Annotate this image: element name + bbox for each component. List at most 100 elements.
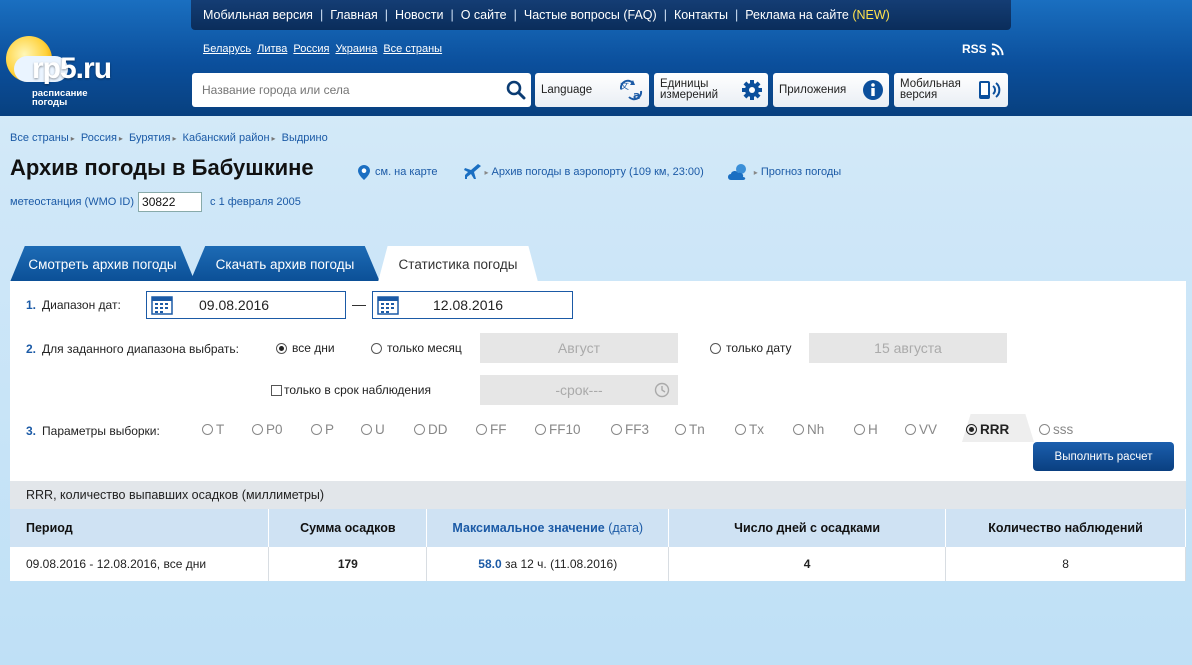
param-label: FF10 xyxy=(549,422,581,437)
site-logo[interactable]: rp5.ru расписание погоды xyxy=(6,34,136,114)
param-option-T[interactable]: T xyxy=(202,422,252,437)
mobile-phone-icon xyxy=(979,81,1001,99)
option-month-label: только месяц xyxy=(387,341,462,355)
calculate-button[interactable]: Выполнить расчет xyxy=(1033,442,1174,471)
step-number: 2. xyxy=(26,342,37,356)
radio-unchecked-icon xyxy=(735,424,746,435)
param-label: H xyxy=(868,422,878,437)
calendar-icon[interactable] xyxy=(377,295,399,315)
param-option-Nh[interactable]: Nh xyxy=(793,422,854,437)
result-caption: RRR, количество выпавших осадков (миллим… xyxy=(10,481,1186,509)
airport-archive-label: Архив погоды в аэропорту (109 км, 23:00) xyxy=(491,166,704,178)
language-label: Language xyxy=(541,83,593,96)
tab-weather-statistics[interactable]: Статистика погоды xyxy=(378,246,538,282)
param-option-FF[interactable]: FF xyxy=(476,422,535,437)
param-option-FF10[interactable]: FF10 xyxy=(535,422,611,437)
option-all-days[interactable]: все дни xyxy=(276,341,335,355)
mobile-version-button[interactable]: Мобильная версия xyxy=(894,73,1008,107)
param-option-U[interactable]: U xyxy=(361,422,414,437)
search-icon[interactable] xyxy=(501,80,531,100)
month-select-value: Август xyxy=(557,340,601,356)
country-link-lithuania[interactable]: Литва xyxy=(257,43,287,55)
language-button[interactable]: Language 文 a xyxy=(535,73,649,107)
units-button[interactable]: Единицы измерений xyxy=(654,73,768,107)
col-max-value[interactable]: Максимальное значение (дата) xyxy=(426,509,670,547)
radio-unchecked-icon xyxy=(361,424,372,435)
param-option-Tx[interactable]: Tx xyxy=(735,422,793,437)
col-sum: Сумма осадков xyxy=(268,509,428,547)
date-from-value: 09.08.2016 xyxy=(199,297,270,313)
tab-label: Статистика погоды xyxy=(398,256,518,272)
radio-checked-icon xyxy=(276,342,287,354)
radio-unchecked-icon xyxy=(793,424,804,435)
option-month[interactable]: только месяц xyxy=(371,341,462,355)
date-to-field[interactable]: 12.08.2016 xyxy=(372,291,573,319)
breadcrumb-item[interactable]: Кабанский район xyxy=(183,132,270,144)
statistics-form: 1. Диапазон дат: 09.08.2016 — 12.08.2016… xyxy=(10,281,1186,481)
cloud-sun-icon xyxy=(727,164,746,180)
date-from-field[interactable]: 09.08.2016 xyxy=(146,291,346,319)
date-to-value: 12.08.2016 xyxy=(433,297,504,313)
month-select[interactable]: Август xyxy=(480,333,678,363)
rss-link[interactable]: RSS xyxy=(962,42,1004,56)
top-link-contacts[interactable]: Контакты xyxy=(674,8,728,22)
date-dash: — xyxy=(352,296,366,312)
step-number: 3. xyxy=(26,424,37,438)
radio-unchecked-icon xyxy=(675,424,686,435)
param-option-FF3[interactable]: FF3 xyxy=(611,422,675,437)
top-link-mobile[interactable]: Мобильная версия xyxy=(203,8,313,22)
param-option-Tn[interactable]: Tn xyxy=(675,422,735,437)
tab-view-archive[interactable]: Смотреть архив погоды xyxy=(10,246,195,282)
country-link-belarus[interactable]: Беларусь xyxy=(203,43,251,55)
col-max-label: Максимальное значение xyxy=(452,521,605,535)
airport-archive-link[interactable]: ▸ Архив погоды в аэропорту (109 км, 23:0… xyxy=(463,164,704,180)
station-label: метеостанция (WMO ID) xyxy=(10,196,135,208)
param-label: Tx xyxy=(749,422,764,437)
separator: | xyxy=(663,8,667,22)
breadcrumb-item[interactable]: Выдрино xyxy=(282,132,328,144)
country-link-russia[interactable]: Россия xyxy=(293,43,329,55)
top-link-faq[interactable]: Частые вопросы (FAQ) xyxy=(524,8,657,22)
top-link-ads[interactable]: Реклама на сайте (NEW) xyxy=(745,8,890,22)
term-select[interactable]: -срок--- xyxy=(480,375,678,405)
station-id-input[interactable] xyxy=(138,192,203,212)
breadcrumb-item[interactable]: Все страны xyxy=(10,132,69,144)
svg-text:a: a xyxy=(633,89,640,101)
param-label: DD xyxy=(428,422,448,437)
cell-max-value[interactable]: 58.0 xyxy=(478,557,501,571)
forecast-link[interactable]: ▸ Прогноз погоды xyxy=(726,163,841,181)
option-date[interactable]: только дату xyxy=(710,341,791,355)
param-option-H[interactable]: H xyxy=(854,422,905,437)
country-link-all[interactable]: Все страны xyxy=(383,43,442,55)
radio-checked-icon xyxy=(966,424,977,435)
country-link-ukraine[interactable]: Украина xyxy=(335,43,377,55)
rss-label: RSS xyxy=(962,42,987,56)
top-link-about[interactable]: О сайте xyxy=(461,8,507,22)
top-link-news[interactable]: Новости xyxy=(395,8,443,22)
table-header-row: Период Сумма осадков Максимальное значен… xyxy=(10,509,1186,547)
top-link-home[interactable]: Главная xyxy=(330,8,378,22)
param-option-DD[interactable]: DD xyxy=(414,422,476,437)
apps-button[interactable]: Приложения xyxy=(773,73,889,107)
date-select[interactable]: 15 августа xyxy=(809,333,1007,363)
city-search-input[interactable] xyxy=(192,75,501,105)
map-link[interactable]: см. на карте xyxy=(358,164,438,180)
tab-download-archive[interactable]: Скачать архив погоды xyxy=(190,246,380,282)
breadcrumb-item[interactable]: Бурятия xyxy=(129,132,170,144)
breadcrumb-item[interactable]: Россия xyxy=(81,132,117,144)
param-option-P[interactable]: P xyxy=(311,422,361,437)
param-option-RRR[interactable]: RRR xyxy=(966,422,1039,437)
clock-icon xyxy=(654,382,670,398)
radio-unchecked-icon xyxy=(311,424,322,435)
param-option-VV[interactable]: VV xyxy=(905,422,966,437)
param-label: U xyxy=(375,422,385,437)
cell-rain-days: 4 xyxy=(668,547,947,581)
observation-term-checkbox[interactable]: только в срок наблюдения xyxy=(271,383,431,397)
param-option-sss[interactable]: sss xyxy=(1039,422,1089,437)
param-label: RRR xyxy=(980,422,1010,437)
param-option-P0[interactable]: P0 xyxy=(252,422,311,437)
link-arrow-icon: ▸ xyxy=(753,167,758,177)
separator: | xyxy=(450,8,454,22)
calendar-icon[interactable] xyxy=(151,295,173,315)
new-badge: (NEW) xyxy=(852,8,890,22)
